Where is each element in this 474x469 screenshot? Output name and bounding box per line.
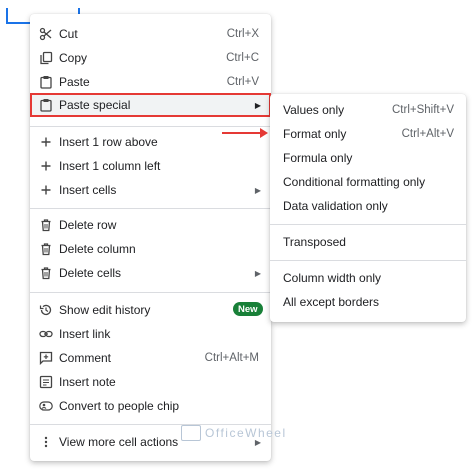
submenu-item-column-width-only[interactable]: Column width only: [270, 266, 466, 290]
comment-icon: [39, 351, 53, 365]
submenu-item-all-except-borders[interactable]: All except borders: [270, 290, 466, 314]
menu-item-label: Cut: [59, 27, 78, 41]
menu-item-show-edit-history[interactable]: Show edit history New: [30, 298, 271, 322]
scissors-icon: [39, 27, 53, 41]
clipboard-icon: [39, 75, 53, 89]
shortcut-text: Ctrl+V: [226, 76, 259, 88]
menu-item-label: Copy: [59, 51, 88, 65]
more-vert-icon: [39, 435, 53, 449]
watermark-text: OfficeWheel: [205, 426, 287, 440]
shortcut-text: Ctrl+Alt+V: [401, 128, 454, 140]
annotation-arrow-head: [260, 128, 268, 138]
submenu-item-label: Column width only: [283, 271, 382, 285]
plus-icon: [39, 159, 53, 173]
menu-item-comment[interactable]: Comment Ctrl+Alt+M: [30, 346, 271, 370]
submenu-item-format-only[interactable]: Format only Ctrl+Alt+V: [270, 122, 466, 146]
paste-special-submenu: Values only Ctrl+Shift+V Format only Ctr…: [270, 94, 466, 322]
submenu-item-conditional-formatting-only[interactable]: Conditional formatting only: [270, 170, 466, 194]
clipboard-icon: [39, 98, 53, 112]
submenu-item-formula-only[interactable]: Formula only: [270, 146, 466, 170]
menu-divider: [30, 208, 271, 209]
menu-item-delete-column[interactable]: Delete column: [30, 237, 271, 261]
submenu-item-label: Values only: [283, 103, 345, 117]
submenu-item-label: Format only: [283, 127, 347, 141]
trash-icon: [39, 242, 53, 256]
menu-item-delete-row[interactable]: Delete row: [30, 213, 271, 237]
menu-item-insert-note[interactable]: Insert note: [30, 370, 271, 394]
plus-icon: [39, 135, 53, 149]
menu-divider: [30, 126, 271, 127]
submenu-arrow-icon: ▶: [254, 100, 261, 110]
shortcut-text: Ctrl+Alt+M: [204, 352, 259, 364]
submenu-item-label: All except borders: [283, 295, 380, 309]
link-icon: [39, 327, 53, 341]
trash-icon: [39, 266, 53, 280]
menu-item-label: Show edit history: [59, 303, 151, 317]
menu-item-cut[interactable]: Cut Ctrl+X: [30, 22, 271, 46]
shortcut-text: Ctrl+X: [226, 28, 259, 40]
menu-item-insert-cells[interactable]: Insert cells ▶: [30, 178, 271, 202]
submenu-item-label: Data validation only: [283, 199, 388, 213]
menu-item-convert-to-people-chip[interactable]: Convert to people chip: [30, 394, 271, 418]
annotation-arrow-line: [222, 132, 262, 134]
menu-item-label: Insert 1 row above: [59, 135, 158, 149]
shortcut-text: Ctrl+Shift+V: [392, 104, 454, 116]
submenu-arrow-icon: ▶: [254, 185, 261, 195]
context-menu: Cut Ctrl+X Copy Ctrl+C Paste Ctrl+V Inse…: [30, 14, 271, 461]
menu-item-label: Delete column: [59, 242, 136, 256]
submenu-item-label: Conditional formatting only: [283, 175, 426, 189]
menu-item-label: Delete row: [59, 218, 117, 232]
menu-item-label: Comment: [59, 351, 112, 365]
submenu-item-label: Transposed: [283, 235, 346, 249]
menu-item-copy[interactable]: Copy Ctrl+C: [30, 46, 271, 70]
watermark: OfficeWheel: [181, 425, 287, 441]
shortcut-text: Ctrl+C: [226, 52, 259, 64]
menu-item-label: Paste special: [59, 98, 131, 112]
menu-item-insert-column-left[interactable]: Insert 1 column left: [30, 154, 271, 178]
submenu-arrow-icon: ▶: [254, 268, 261, 278]
submenu-item-transposed[interactable]: Transposed: [270, 230, 466, 254]
new-badge: New: [233, 302, 263, 316]
people-chip-icon: [39, 399, 53, 413]
menu-item-label: View more cell actions: [59, 435, 179, 449]
submenu-divider: [270, 260, 466, 261]
menu-item-label: Delete cells: [59, 266, 122, 280]
menu-item-label: Paste: [59, 75, 90, 89]
menu-item-label: Insert cells: [59, 183, 117, 197]
menu-item-label: Insert 1 column left: [59, 159, 161, 173]
menu-item-paste[interactable]: Paste Ctrl+V: [30, 70, 271, 94]
menu-item-label: Insert link: [59, 327, 111, 341]
menu-item-insert-link[interactable]: Insert link: [30, 322, 271, 346]
paste-special-row: Paste special ▶: [32, 95, 269, 115]
submenu-divider: [270, 224, 466, 225]
menu-item-paste-special[interactable]: Paste special ▶: [30, 93, 271, 117]
submenu-item-values-only[interactable]: Values only Ctrl+Shift+V: [270, 98, 466, 122]
menu-divider: [30, 292, 271, 293]
submenu-item-label: Formula only: [283, 151, 353, 165]
note-icon: [39, 375, 53, 389]
menu-item-delete-cells[interactable]: Delete cells ▶: [30, 261, 271, 285]
plus-icon: [39, 183, 53, 197]
history-icon: [39, 303, 53, 317]
watermark-logo-icon: [181, 425, 201, 441]
menu-item-label: Convert to people chip: [59, 399, 180, 413]
copy-icon: [39, 51, 53, 65]
submenu-item-data-validation-only[interactable]: Data validation only: [270, 194, 466, 218]
trash-icon: [39, 218, 53, 232]
menu-item-label: Insert note: [59, 375, 116, 389]
